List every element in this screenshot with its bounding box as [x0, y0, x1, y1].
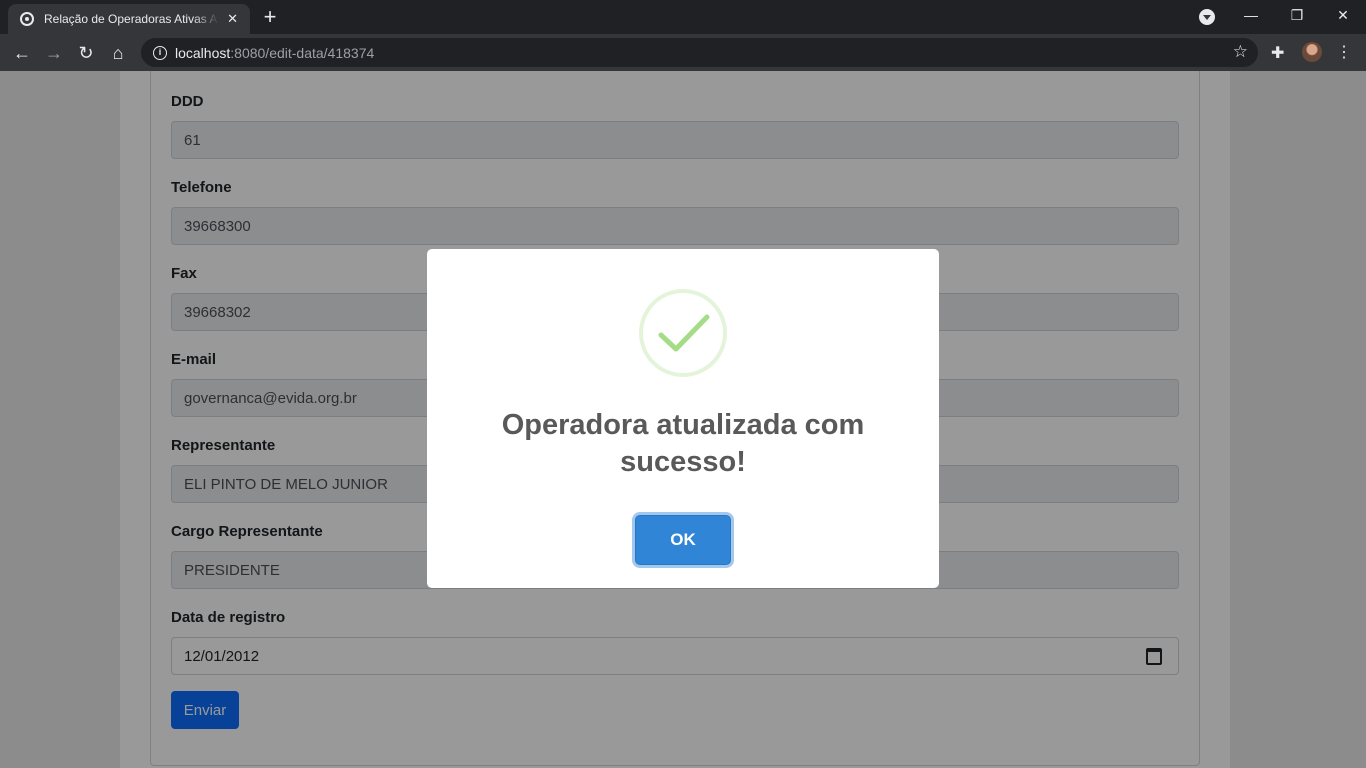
tab-close-icon[interactable]: ✕ — [225, 11, 240, 27]
url-path: :8080/edit-data/418374 — [230, 44, 375, 61]
browser-tab[interactable]: Relação de Operadoras Ativas ANS ✕ — [8, 4, 250, 34]
success-modal: Operadora atualizada com sucesso! OK — [427, 249, 939, 588]
site-favicon-icon — [20, 12, 34, 26]
modal-title-line1: Operadora atualizada com — [501, 409, 865, 441]
modal-title: Operadora atualizada com sucesso! — [447, 407, 919, 481]
url-host: localhost — [175, 44, 231, 61]
new-tab-button[interactable]: + — [259, 5, 281, 29]
page-viewport: DDD 61 Telefone 39668300 Fax 39668302 E-… — [0, 71, 1366, 768]
extensions-puzzle-icon[interactable]: ✚ — [1271, 43, 1284, 63]
reload-icon[interactable]: ↻ — [73, 40, 99, 66]
browser-menu-icon[interactable]: ⋮ — [1336, 40, 1352, 66]
browser-tabstrip: Relação de Operadoras Ativas ANS ✕ + — ❐… — [0, 0, 1366, 34]
back-arrow-icon[interactable]: ← — [9, 40, 35, 66]
tab-search-icon[interactable] — [1199, 9, 1215, 25]
forward-arrow-icon[interactable]: → — [41, 40, 67, 66]
bookmark-star-icon[interactable]: ☆ — [1233, 42, 1248, 62]
success-check-icon — [639, 289, 727, 377]
profile-avatar[interactable] — [1302, 42, 1322, 62]
modal-title-line2: sucesso! — [620, 446, 746, 478]
window-restore-button[interactable]: ❐ — [1274, 4, 1320, 26]
tab-title: Relação de Operadoras Ativas ANS — [44, 12, 220, 26]
home-icon[interactable]: ⌂ — [105, 40, 131, 66]
browser-toolbar: ← → ↻ ⌂ i localhost:8080/edit-data/41837… — [0, 34, 1366, 71]
ok-button[interactable]: OK — [635, 515, 731, 565]
site-info-icon[interactable]: i — [153, 45, 167, 60]
window-close-button[interactable]: ✕ — [1320, 4, 1366, 26]
address-bar[interactable]: i localhost:8080/edit-data/418374 ☆ — [141, 38, 1258, 67]
window-minimize-button[interactable]: — — [1228, 4, 1274, 26]
